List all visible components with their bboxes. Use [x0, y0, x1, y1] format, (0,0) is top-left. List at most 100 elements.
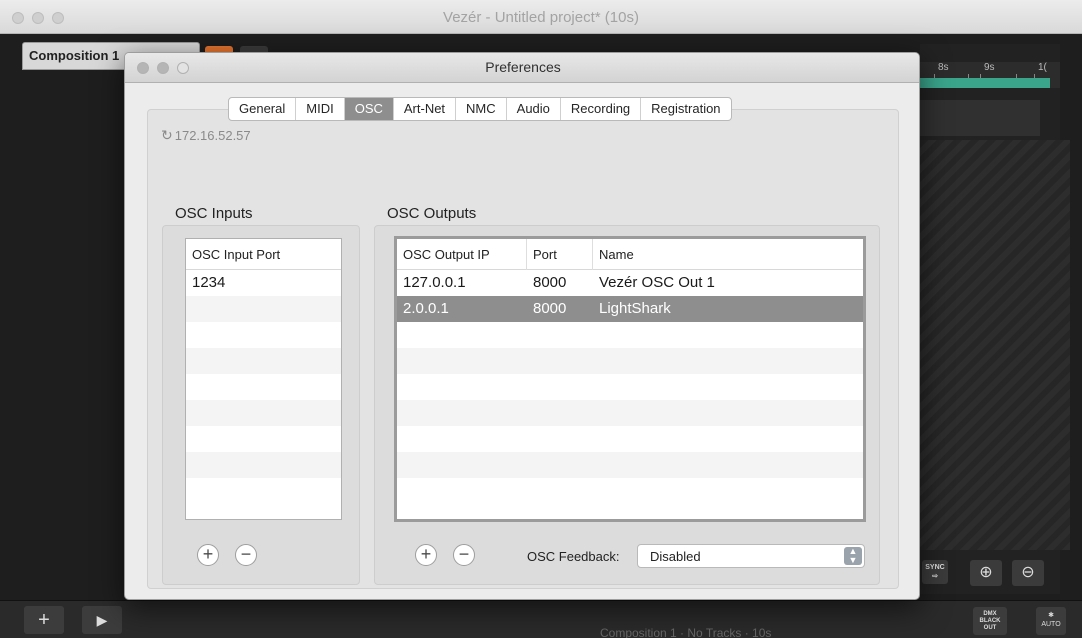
column-header-output-ip[interactable]: OSC Output IP [397, 239, 527, 270]
output-name-cell [593, 426, 863, 452]
window-title: Vezér - Untitled project* (10s) [443, 9, 639, 26]
output-name-cell [593, 322, 863, 348]
auto-button[interactable]: ✱ AUTO [1036, 607, 1066, 635]
main-titlebar: Vezér - Untitled project* (10s) [0, 0, 1082, 34]
output-ip-cell [397, 348, 527, 374]
output-port-cell [527, 426, 593, 452]
input-port-cell [186, 374, 341, 400]
sync-button[interactable]: SYNC ⇨ [922, 560, 948, 584]
refresh-icon[interactable]: ↻ [161, 127, 173, 143]
table-row[interactable] [186, 478, 341, 504]
input-port-cell [186, 452, 341, 478]
input-port-cell [186, 296, 341, 322]
zoom-in-button[interactable]: ⊕ [970, 560, 1002, 586]
preferences-dialog: Preferences General MIDI OSC Art-Net NMC… [124, 52, 920, 600]
input-port-cell [186, 426, 341, 452]
output-ip-cell [397, 478, 527, 504]
table-row[interactable] [397, 374, 863, 400]
ruler-label: 8s [938, 62, 949, 73]
play-button[interactable]: ▶ [82, 606, 122, 634]
table-row[interactable]: 2.0.0.1 8000 LightShark [397, 296, 863, 322]
output-ip-cell [397, 426, 527, 452]
table-row[interactable] [186, 322, 341, 348]
output-ip-cell [397, 452, 527, 478]
osc-inputs-rows: 1234 [186, 270, 341, 504]
table-row[interactable] [397, 322, 863, 348]
table-row[interactable] [186, 374, 341, 400]
table-row[interactable] [186, 296, 341, 322]
table-row[interactable] [186, 426, 341, 452]
table-row[interactable] [397, 348, 863, 374]
plus-icon: + [38, 609, 50, 631]
tab-registration[interactable]: Registration [641, 98, 730, 120]
ruler-label: 9s [984, 62, 995, 73]
column-header-input-port[interactable]: OSC Input Port [186, 239, 341, 270]
asterisk-icon: ✱ [1048, 612, 1054, 619]
auto-label: AUTO [1041, 621, 1061, 628]
playhead-range-bar[interactable] [920, 78, 1050, 88]
output-port-cell: 8000 [533, 274, 567, 291]
output-port-cell [527, 478, 593, 504]
table-row[interactable]: 1234 [186, 270, 341, 296]
tab-osc[interactable]: OSC [344, 98, 394, 120]
dmx-blackout-button[interactable]: DMX BLACK OUT [973, 607, 1007, 635]
output-port-cell [527, 400, 593, 426]
app-window: Vezér - Untitled project* (10s) Composit… [0, 0, 1082, 638]
output-ip-cell [397, 374, 527, 400]
output-port-cell [527, 374, 593, 400]
output-name-cell: LightShark [599, 300, 671, 317]
osc-outputs-label: OSC Outputs [387, 205, 477, 222]
ip-address: 172.16.52.57 [174, 128, 251, 143]
osc-outputs-rows: 127.0.0.1 8000 Vezér OSC Out 1 2.0.0.1 8000 L… [397, 270, 863, 504]
chevron-up-down-icon: ▲ ▼ [844, 547, 862, 565]
remove-input-button[interactable]: − [235, 544, 257, 566]
osc-feedback-select[interactable]: Disabled ▲ ▼ [637, 544, 865, 568]
tab-audio[interactable]: Audio [507, 98, 561, 120]
zoom-in-icon: ⊕ [979, 564, 993, 581]
output-port-cell [527, 322, 593, 348]
osc-inputs-label: OSC Inputs [175, 205, 253, 222]
empty-track-area [920, 140, 1070, 550]
output-name-cell [593, 374, 863, 400]
add-output-button[interactable]: + [415, 544, 437, 566]
output-name-cell [593, 452, 863, 478]
output-port-cell: 8000 [533, 300, 567, 317]
ip-address-row: ↻ 172.16.52.57 [161, 127, 251, 144]
table-row[interactable] [186, 452, 341, 478]
sync-label: SYNC [925, 564, 945, 571]
bottom-toolbar [0, 600, 1082, 638]
tab-recording[interactable]: Recording [561, 98, 642, 120]
tab-nmc[interactable]: NMC [456, 98, 507, 120]
input-port-cell [186, 400, 341, 426]
table-row[interactable] [397, 452, 863, 478]
osc-inputs-table[interactable]: OSC Input Port 1234 [185, 238, 342, 520]
remove-output-button[interactable]: − [453, 544, 475, 566]
dialog-title: Preferences [485, 59, 561, 75]
table-row[interactable] [186, 400, 341, 426]
add-input-button[interactable]: + [197, 544, 219, 566]
table-row[interactable] [186, 348, 341, 374]
table-row[interactable] [397, 400, 863, 426]
output-port-cell [527, 348, 593, 374]
tab-general[interactable]: General [229, 98, 297, 120]
tab-art-net[interactable]: Art-Net [394, 98, 457, 120]
output-ip-cell: 127.0.0.1 [403, 274, 466, 291]
table-row[interactable] [397, 426, 863, 452]
zoom-out-button[interactable]: ⊖ [1012, 560, 1044, 586]
osc-outputs-header: OSC Output IP Port Name [397, 239, 863, 270]
output-ip-cell [397, 400, 527, 426]
track-header-area [920, 100, 1040, 136]
column-header-name[interactable]: Name [593, 239, 863, 270]
input-port-cell: 1234 [192, 274, 226, 291]
table-row[interactable] [397, 478, 863, 504]
tab-midi[interactable]: MIDI [296, 98, 345, 120]
add-track-button[interactable]: + [24, 606, 64, 634]
output-name-cell [593, 400, 863, 426]
output-name-cell [593, 348, 863, 374]
table-row[interactable]: 127.0.0.1 8000 Vezér OSC Out 1 [397, 270, 863, 296]
output-name-cell [593, 478, 863, 504]
input-port-cell [186, 322, 341, 348]
output-ip-cell: 2.0.0.1 [403, 300, 449, 317]
column-header-port[interactable]: Port [527, 239, 593, 270]
osc-outputs-table[interactable]: OSC Output IP Port Name 127.0.0.1 8000 Vez… [394, 236, 866, 522]
